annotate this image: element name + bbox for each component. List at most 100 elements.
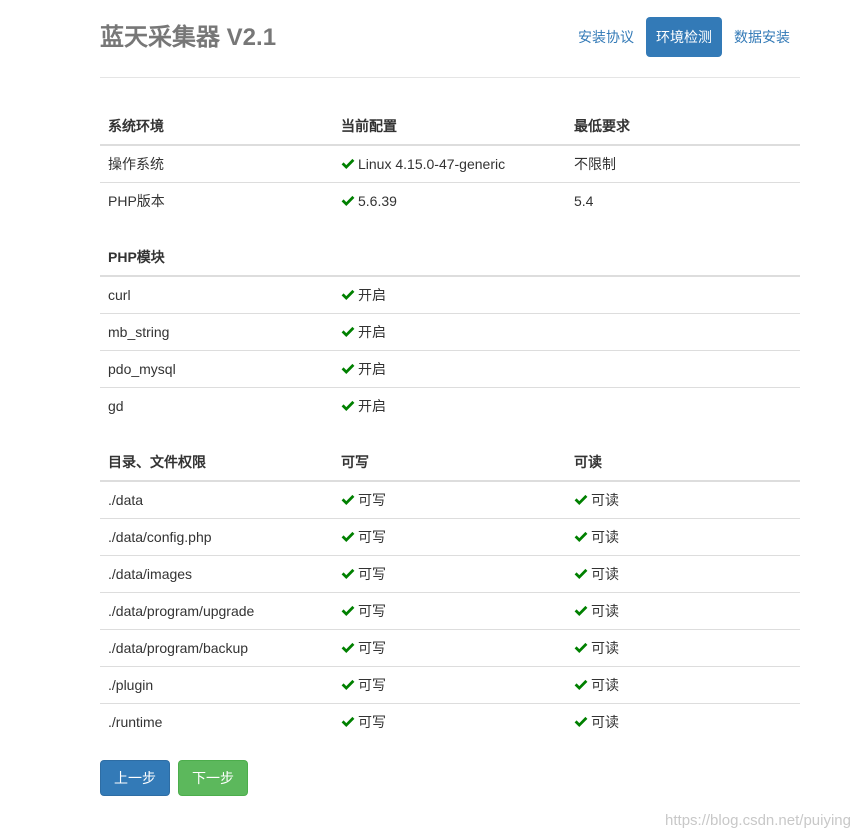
perm-read-text: 可读	[591, 677, 619, 693]
next-step-button[interactable]: 下一步	[178, 760, 248, 796]
install-wizard: 蓝天采集器 V2.1 安装协议 环境检测 数据安装 系统环境 当前配置 最低要求…	[100, 0, 800, 796]
table-row: ./data/program/backup 可写 可读	[100, 629, 800, 667]
check-icon	[574, 531, 588, 542]
table-row: ./data/config.php 可写 可读	[100, 518, 800, 556]
env-current: 5.6.39	[333, 182, 566, 219]
env-current-text: Linux 4.15.0-47-generic	[358, 156, 506, 172]
table-row: ./data 可写 可读	[100, 481, 800, 519]
perm-write: 可写	[333, 666, 566, 704]
perm-write: 可写	[333, 555, 566, 593]
perm-write: 可写	[333, 629, 566, 667]
module-name-text: gd	[108, 398, 124, 414]
perm-read-text: 可读	[591, 529, 619, 545]
env-current-text: 5.6.39	[358, 193, 397, 209]
column-header: 当前配置	[333, 108, 566, 146]
module-name: mb_string	[100, 313, 333, 351]
perm-write-text: 可写	[358, 640, 386, 656]
perm-read: 可读	[566, 518, 800, 556]
perm-read: 可读	[566, 703, 800, 740]
column-header: 可写	[333, 444, 566, 482]
env-table: 系统环境 当前配置 最低要求 操作系统 Linux 4.15.0-47-gener…	[100, 108, 800, 219]
perm-path: ./data/program/upgrade	[100, 592, 333, 630]
tab-env-check[interactable]: 环境检测	[646, 17, 722, 57]
env-name: PHP版本	[100, 182, 333, 219]
module-name: pdo_mysql	[100, 350, 333, 388]
action-bar: 上一步 下一步	[100, 760, 800, 796]
table-row: gd 开启	[100, 387, 800, 424]
perm-read-text: 可读	[591, 603, 619, 619]
prev-step-button[interactable]: 上一步	[100, 760, 170, 796]
perm-path: ./data/images	[100, 555, 333, 593]
perm-path: ./data/program/backup	[100, 629, 333, 667]
table-row: ./data/program/upgrade 可写 可读	[100, 592, 800, 630]
module-status-text: 开启	[358, 287, 386, 303]
column-header: 最低要求	[566, 108, 800, 146]
module-name-text: curl	[108, 287, 131, 303]
module-status: 开启	[333, 350, 566, 388]
page-title: 蓝天采集器 V2.1	[100, 24, 277, 51]
table-row: ./plugin 可写 可读	[100, 666, 800, 704]
module-status-text: 开启	[358, 361, 386, 377]
header: 蓝天采集器 V2.1 安装协议 环境检测 数据安装	[100, 0, 800, 78]
check-icon	[341, 363, 355, 374]
env-name-text: PHP版本	[108, 193, 165, 209]
perm-write-text: 可写	[358, 677, 386, 693]
perm-path: ./plugin	[100, 666, 333, 704]
table-row: pdo_mysql 开启	[100, 350, 800, 388]
perm-path: ./data	[100, 481, 333, 519]
env-current: Linux 4.15.0-47-generic	[333, 145, 566, 183]
env-required: 5.4	[566, 182, 800, 219]
perm-path-text: ./data/images	[108, 566, 193, 582]
check-icon	[574, 716, 588, 727]
perm-read: 可读	[566, 666, 800, 704]
check-icon	[574, 642, 588, 653]
check-icon	[341, 326, 355, 337]
perm-path-text: ./data/program/backup	[108, 640, 249, 656]
tab-data-install[interactable]: 数据安装	[724, 17, 800, 57]
env-required-text: 不限制	[574, 156, 616, 172]
module-table: PHP模块 curl 开启 mb_string 开启 pdo_mysql 开启 gd 开启	[100, 239, 800, 424]
check-icon	[341, 605, 355, 616]
permission-table: 目录、文件权限 可写 可读 ./data 可写 可读 ./data/config.ph…	[100, 444, 800, 740]
check-icon	[341, 494, 355, 505]
check-icon	[341, 195, 355, 206]
perm-read: 可读	[566, 481, 800, 519]
check-icon	[341, 568, 355, 579]
module-status: 开启	[333, 387, 566, 424]
perm-read: 可读	[566, 629, 800, 667]
perm-read-text: 可读	[591, 566, 619, 582]
env-required-text: 5.4	[574, 193, 594, 209]
check-icon	[574, 494, 588, 505]
perm-read: 可读	[566, 555, 800, 593]
table-row: PHP版本 5.6.39 5.4	[100, 182, 800, 219]
perm-write: 可写	[333, 592, 566, 630]
perm-path: ./data/config.php	[100, 518, 333, 556]
tab-install-agreement[interactable]: 安装协议	[568, 17, 644, 57]
table-row: ./data/images 可写 可读	[100, 555, 800, 593]
perm-path-text: ./runtime	[108, 714, 163, 730]
perm-read-text: 可读	[591, 492, 619, 508]
perm-write: 可写	[333, 481, 566, 519]
perm-path-text: ./data/config.php	[108, 529, 212, 545]
table-row: ./runtime 可写 可读	[100, 703, 800, 740]
check-icon	[574, 568, 588, 579]
module-name: curl	[100, 276, 333, 314]
env-name-text: 操作系统	[108, 156, 164, 172]
check-icon	[341, 679, 355, 690]
check-icon	[341, 716, 355, 727]
perm-write-text: 可写	[358, 529, 386, 545]
perm-write-text: 可写	[358, 714, 386, 730]
module-name-text: pdo_mysql	[108, 361, 176, 377]
perm-write: 可写	[333, 703, 566, 740]
module-name-text: mb_string	[108, 324, 170, 340]
column-header: 可读	[566, 444, 800, 482]
table-row: curl 开启	[100, 276, 800, 314]
check-icon	[574, 679, 588, 690]
module-status: 开启	[333, 276, 566, 314]
env-required: 不限制	[566, 145, 800, 183]
column-header: 目录、文件权限	[100, 444, 333, 482]
module-status-text: 开启	[358, 324, 386, 340]
perm-path-text: ./plugin	[108, 677, 154, 693]
module-status: 开启	[333, 313, 566, 351]
perm-path-text: ./data	[108, 492, 144, 508]
